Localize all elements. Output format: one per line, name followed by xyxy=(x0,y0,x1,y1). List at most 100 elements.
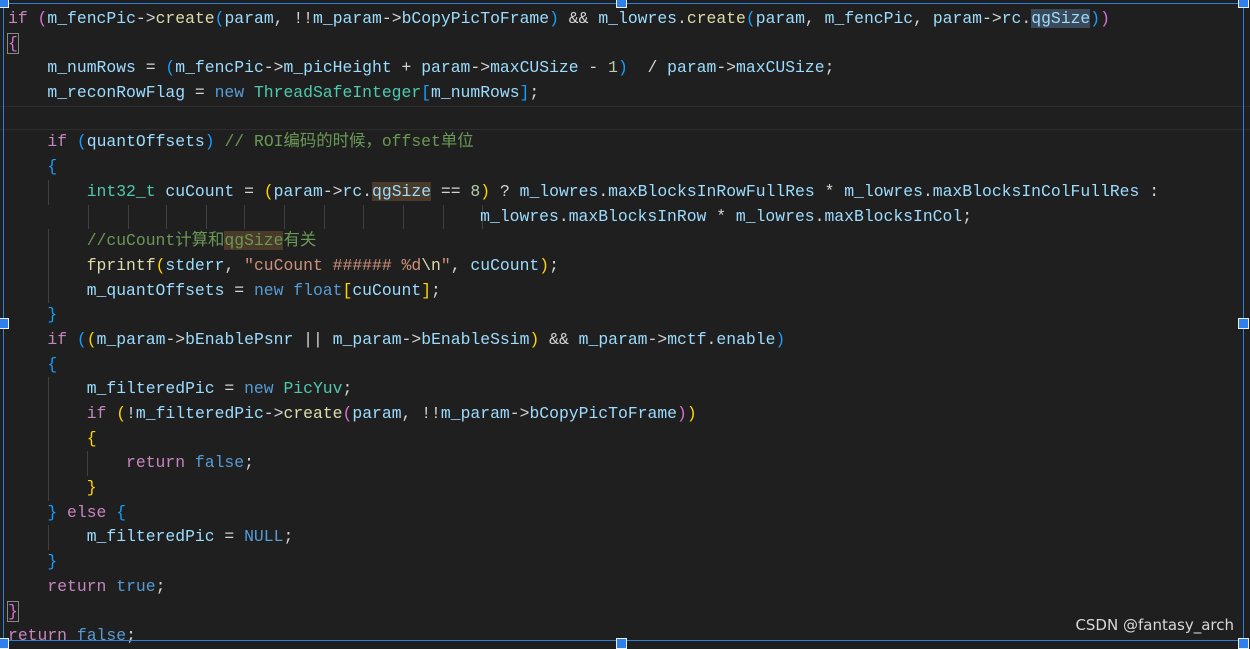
code-token: rc xyxy=(342,181,363,201)
code-token: ) xyxy=(480,181,491,201)
code-token: = xyxy=(214,527,245,547)
code-token: { xyxy=(47,157,58,177)
code-token: m_param xyxy=(440,404,510,423)
code-token: , !! xyxy=(401,404,441,423)
code-token: m_picHeight xyxy=(283,58,392,78)
resize-handle-top-center[interactable] xyxy=(616,0,627,8)
code-token: bCopyPicToFrame xyxy=(529,404,677,423)
code-token: m_param xyxy=(578,329,648,349)
code-token: m_reconRowFlag xyxy=(47,83,186,103)
code-token: . xyxy=(558,206,569,226)
code-line xyxy=(0,105,1250,131)
code-token: -> xyxy=(263,404,284,423)
code-line: } xyxy=(7,600,1250,625)
code-token: ( xyxy=(165,58,176,78)
code-token: , xyxy=(450,255,471,275)
code-token: \n xyxy=(421,255,441,275)
code-token: ] xyxy=(421,280,432,300)
code-token: ) xyxy=(1100,9,1110,28)
code-token: ! xyxy=(126,404,136,423)
resize-handle-middle-right[interactable] xyxy=(1238,318,1249,329)
code-token: ? xyxy=(490,181,520,201)
code-token: . xyxy=(814,206,825,226)
code-token: ( xyxy=(37,9,48,28)
code-token: qgSize xyxy=(224,231,284,251)
code-token: ( xyxy=(86,329,97,349)
resize-handle-middle-left[interactable] xyxy=(0,318,9,329)
code-token: [ xyxy=(342,280,353,300)
code-token: . xyxy=(598,181,609,201)
code-token: ( xyxy=(155,255,166,275)
code-token: m_lowres xyxy=(844,181,923,201)
code-line: if (m_fencPic->create(param, !!m_param->… xyxy=(8,7,1250,32)
code-token: [ xyxy=(421,83,432,103)
code-token: ( xyxy=(263,181,274,201)
code-token: param xyxy=(421,58,471,78)
code-token: } xyxy=(47,552,58,572)
code-token: m_numRows xyxy=(431,83,520,103)
code-token: ; xyxy=(549,255,559,275)
code-token: ) xyxy=(775,329,786,349)
code-token: ) xyxy=(204,132,215,152)
code-token: . xyxy=(1021,9,1032,28)
code-line: return false; xyxy=(8,451,1250,477)
code-token: { xyxy=(7,32,19,54)
code-token: m_fencPic xyxy=(47,9,136,28)
code-token: ; xyxy=(962,206,973,226)
code-token: ; xyxy=(529,83,540,103)
code-token: if xyxy=(86,404,107,423)
code-token: m_fencPic xyxy=(824,9,914,28)
code-token: -> xyxy=(716,58,737,78)
code-token: } xyxy=(7,600,19,622)
code-token: . xyxy=(922,181,933,201)
code-token: bEnableSsim xyxy=(421,329,530,349)
code-token: create xyxy=(283,404,343,423)
code-token: mctf xyxy=(667,329,707,349)
code-token: -> xyxy=(982,9,1002,28)
code-token: param xyxy=(755,9,805,28)
code-line: m_numRows = (m_fencPic->m_picHeight + pa… xyxy=(8,56,1250,81)
resize-handle-top-left[interactable] xyxy=(0,0,9,8)
code-token: param xyxy=(932,9,983,28)
code-token: && xyxy=(539,329,579,349)
code-token: int32_t xyxy=(86,181,156,201)
code-token: cuCount xyxy=(165,181,235,201)
code-token: / xyxy=(627,58,668,78)
code-token: 1 xyxy=(608,58,618,78)
code-token: ; xyxy=(342,379,353,399)
resize-handle-top-right[interactable] xyxy=(1238,0,1249,8)
code-token: ; xyxy=(244,453,254,473)
code-token: ; xyxy=(431,280,441,300)
code-token: * xyxy=(814,181,845,201)
code-line: int32_t cuCount = (param->rc.qgSize == 8… xyxy=(8,179,1250,205)
code-token: float xyxy=(293,280,343,300)
code-token: ; xyxy=(824,58,835,78)
code-token: ( xyxy=(76,329,87,349)
code-token: -> xyxy=(381,9,402,28)
code-token: ( xyxy=(116,404,127,423)
code-token: { xyxy=(116,502,127,522)
code-token: ( xyxy=(214,9,225,28)
code-token: PicYuv xyxy=(283,379,343,399)
code-token: ; xyxy=(155,576,166,596)
code-token: new xyxy=(244,379,274,399)
code-token: ] xyxy=(519,83,530,103)
code-token: -> xyxy=(322,181,343,201)
code-line: m_filteredPic = new PicYuv; xyxy=(8,377,1250,402)
code-editor: if (m_fencPic->create(param, !!m_param->… xyxy=(0,7,1250,644)
code-token: " xyxy=(440,255,451,275)
